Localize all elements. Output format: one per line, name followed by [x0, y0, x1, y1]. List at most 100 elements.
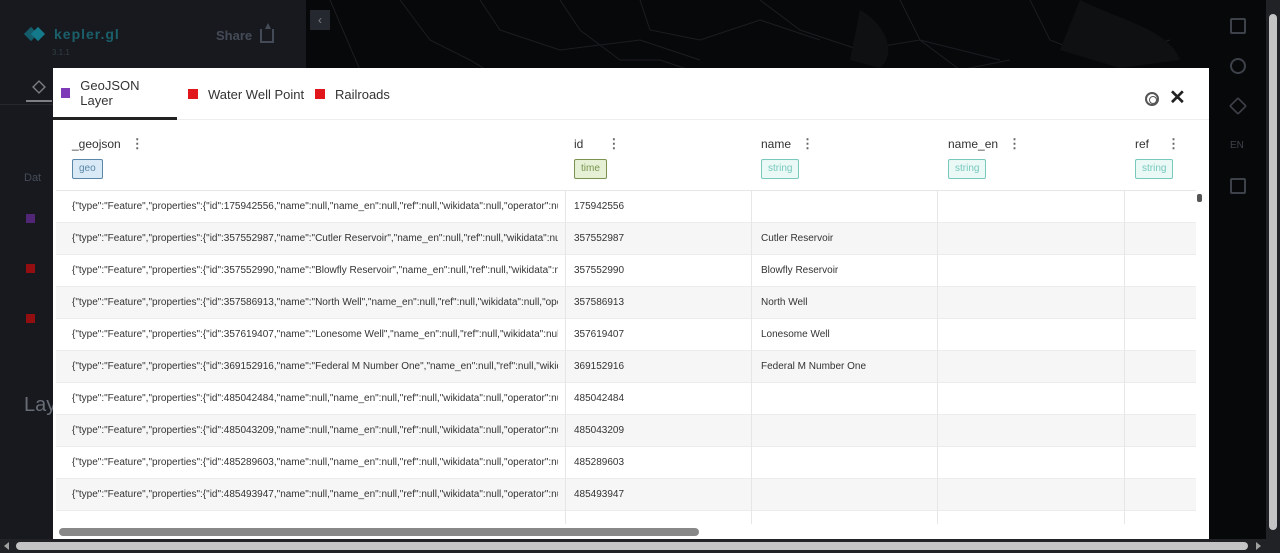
- cell-name-en: [932, 319, 1119, 351]
- column-menu-icon[interactable]: ⋮: [607, 136, 620, 152]
- page-horizontal-scrollbar[interactable]: [0, 539, 1266, 553]
- cell-id: 485493947: [574, 489, 625, 500]
- cell-name: Cutler Reservoir: [761, 233, 834, 244]
- column-name: id: [574, 137, 584, 151]
- column-type-badge: string: [761, 159, 800, 179]
- cell-id: 485042484: [574, 393, 625, 404]
- cell-name: Blowfly Reservoir: [761, 265, 839, 276]
- column-header-name[interactable]: name ⋮ string: [745, 120, 932, 190]
- column-name: _geojson: [72, 137, 121, 151]
- data-table-modal: GeoJSON Layer Water Well Point Railroads…: [53, 68, 1209, 539]
- column-header-name-en[interactable]: name_en ⋮ string: [932, 120, 1119, 190]
- cell-name-en: [932, 447, 1119, 479]
- cell-name: [745, 191, 932, 223]
- cell-name: [745, 447, 932, 479]
- cell-geojson: {"type":"Feature","properties":{"id":485…: [72, 393, 558, 404]
- column-menu-icon[interactable]: ⋮: [131, 136, 144, 152]
- scroll-right-icon[interactable]: [1256, 542, 1261, 550]
- cell-name: [745, 415, 932, 447]
- table-row[interactable]: {"type":"Feature","properties":{"id":357…: [56, 287, 1196, 319]
- tab-label: Railroads: [335, 86, 390, 102]
- column-divider: [1124, 191, 1125, 524]
- cell-ref: [1119, 351, 1196, 383]
- table-row[interactable]: {"type":"Feature","properties":{"id":357…: [56, 223, 1196, 255]
- column-menu-icon[interactable]: ⋮: [801, 136, 814, 152]
- cell-ref: [1119, 319, 1196, 351]
- column-menu-icon[interactable]: ⋮: [1167, 136, 1180, 152]
- page-vertical-scroll-thumb[interactable]: [1269, 14, 1277, 530]
- gear-icon[interactable]: [1145, 92, 1159, 106]
- table-horizontal-scrollbar[interactable]: [59, 528, 1199, 536]
- table-row[interactable]: {"type":"Feature","properties":{"id":485…: [56, 479, 1196, 511]
- cell-geojson: {"type":"Feature","properties":{"id":357…: [72, 233, 558, 244]
- cell-name: [745, 383, 932, 415]
- page-horizontal-scroll-thumb[interactable]: [16, 542, 1248, 550]
- column-header-geojson[interactable]: _geojson ⋮ geo: [56, 120, 566, 190]
- cell-ref: [1119, 447, 1196, 479]
- table-row[interactable]: {"type":"Feature","properties":{"id":175…: [56, 191, 1196, 223]
- column-type-badge: time: [574, 159, 607, 179]
- vertical-scroll-thumb[interactable]: [1197, 194, 1202, 202]
- cell-id: 369152916: [574, 361, 625, 372]
- cell-ref: [1119, 287, 1196, 319]
- tab-railroads[interactable]: Railroads: [307, 68, 398, 120]
- column-divider: [751, 191, 752, 524]
- cell-geojson: {"type":"Feature","properties":{"id":485…: [72, 457, 558, 468]
- tab-color-swatch: [188, 89, 198, 99]
- tab-water-well-point[interactable]: Water Well Point: [180, 68, 312, 120]
- column-divider: [565, 191, 566, 524]
- tab-color-swatch: [61, 87, 71, 98]
- column-header-ref[interactable]: ref ⋮ string: [1119, 120, 1196, 190]
- scroll-left-icon[interactable]: [4, 542, 9, 550]
- cell-geojson: {"type":"Feature","properties":{"id":357…: [72, 329, 558, 340]
- tab-label: GeoJSON Layer: [80, 77, 140, 108]
- column-name: ref: [1135, 137, 1150, 151]
- cell-geojson: {"type":"Feature","properties":{"id":485…: [72, 425, 558, 436]
- table-scroll-thumb[interactable]: [59, 528, 699, 536]
- cell-id: 357586913: [574, 297, 625, 308]
- cell-name: North Well: [761, 297, 808, 308]
- column-menu-icon[interactable]: ⋮: [1008, 136, 1021, 152]
- cell-geojson: {"type":"Feature","properties":{"id":485…: [72, 489, 558, 500]
- cell-name-en: [932, 287, 1119, 319]
- cell-ref: [1119, 383, 1196, 415]
- cell-ref: [1119, 255, 1196, 287]
- column-type-badge: string: [948, 159, 987, 179]
- cell-ref: [1119, 191, 1196, 223]
- tab-geojson-layer[interactable]: GeoJSON Layer: [53, 68, 177, 120]
- column-name: name_en: [948, 137, 999, 151]
- column-type-badge: geo: [72, 159, 103, 179]
- table-row[interactable]: {"type":"Feature","properties":{"id":485…: [56, 383, 1196, 415]
- cell-name-en: [932, 383, 1119, 415]
- tab-label: Water Well Point: [208, 86, 305, 102]
- cell-ref: [1119, 479, 1196, 511]
- column-divider: [937, 191, 938, 524]
- table-row[interactable]: {"type":"Feature","properties":{"id":357…: [56, 255, 1196, 287]
- data-table: _geojson ⋮ geo id ⋮ time name ⋮ string name…: [56, 120, 1196, 524]
- column-header-id[interactable]: id ⋮ time: [558, 120, 745, 190]
- cell-name-en: [932, 191, 1119, 223]
- cell-ref: [1119, 415, 1196, 447]
- cell-geojson: {"type":"Feature","properties":{"id":357…: [72, 265, 558, 276]
- column-name: name: [761, 137, 792, 151]
- cell-id: 357552990: [574, 265, 625, 276]
- cell-geojson: {"type":"Feature","properties":{"id":175…: [72, 201, 558, 212]
- cell-id: 357619407: [574, 329, 625, 340]
- cell-name-en: [932, 255, 1119, 287]
- table-row[interactable]: {"type":"Feature","properties":{"id":485…: [56, 415, 1196, 447]
- table-row[interactable]: {"type":"Feature","properties":{"id":485…: [56, 447, 1196, 479]
- cell-id: 357552987: [574, 233, 625, 244]
- table-row[interactable]: {"type":"Feature","properties":{"id":369…: [56, 351, 1196, 383]
- cell-ref: [1119, 223, 1196, 255]
- modal-header: GeoJSON Layer Water Well Point Railroads…: [53, 68, 1209, 120]
- cell-name: Lonesome Well: [761, 329, 830, 340]
- cell-name-en: [932, 479, 1119, 511]
- cell-name-en: [932, 223, 1119, 255]
- cell-name: Federal M Number One: [761, 361, 867, 372]
- cell-id: 175942556: [574, 201, 625, 212]
- tab-color-swatch: [315, 89, 325, 99]
- cell-name-en: [932, 351, 1119, 383]
- table-row[interactable]: {"type":"Feature","properties":{"id":357…: [56, 319, 1196, 351]
- page-vertical-scrollbar[interactable]: [1266, 0, 1280, 553]
- close-icon[interactable]: ✕: [1169, 86, 1186, 110]
